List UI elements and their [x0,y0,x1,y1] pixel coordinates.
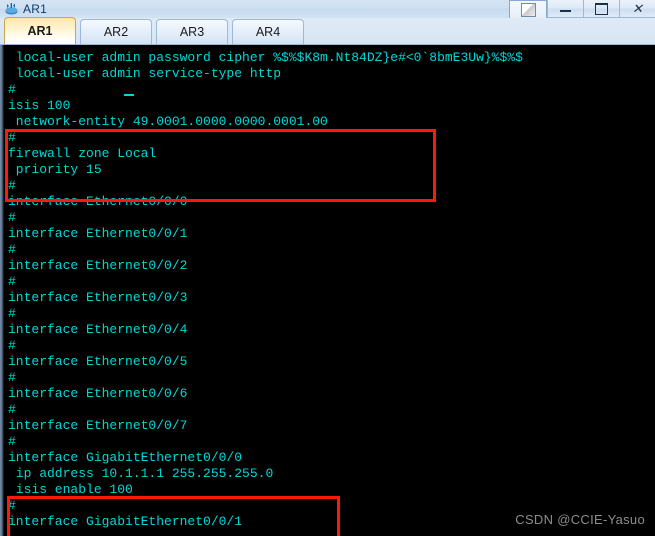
title-bar: AR1 ✕ [0,0,655,19]
terminal-line: interface Ethernet0/0/6 [8,386,188,401]
terminal-line: # [8,178,16,193]
terminal-line: ip address 10.1.1.1 255.255.255.0 [8,466,274,481]
terminal-line: # [8,82,16,97]
window-title: AR1 [23,2,47,16]
router-icon [4,2,19,16]
tab-label: AR2 [103,25,129,39]
router-cli-window: AR1 ✕ AR1 AR2 AR3 AR4 local-user admin p… [0,0,655,536]
tab-ar3[interactable]: AR3 [156,19,228,44]
terminal-line: interface Ethernet0/0/7 [8,418,188,433]
terminal-line: # [8,242,16,257]
cli-output-text: local-user admin password cipher %$%$K8m… [8,50,653,530]
tab-label: AR4 [255,25,281,39]
tab-label: AR1 [27,24,53,38]
tab-ar4[interactable]: AR4 [232,19,304,44]
terminal-line: # [8,210,16,225]
maximize-icon [595,2,608,15]
terminal-line: network-entity 49.0001.0000.0000.0001.00 [8,114,328,129]
minimize-button[interactable] [547,0,583,18]
close-icon: ✕ [632,1,643,16]
tab-ar2[interactable]: AR2 [80,19,152,44]
terminal-line: isis 100 [8,98,71,113]
terminal-line: # [8,274,16,289]
close-button[interactable]: ✕ [619,0,655,18]
terminal-line: interface GigabitEthernet0/0/0 [8,450,243,465]
terminal-line: interface Ethernet0/0/1 [8,226,188,241]
terminal-line: interface Ethernet0/0/4 [8,322,188,337]
terminal-line: # [8,370,16,385]
restore-icon [520,2,536,17]
terminal-left-border [0,45,4,536]
terminal-line: interface Ethernet0/0/0 [8,194,188,209]
window-controls: ✕ [509,0,655,19]
watermark-text: CSDN @CCIE-Yasuo [515,512,645,527]
terminal-line: local-user admin service-type http [8,66,282,81]
terminal-line: priority 15 [8,162,102,177]
minimize-icon [560,10,571,12]
restore-button[interactable] [509,0,547,19]
terminal-line: firewall zone Local [8,146,157,161]
terminal-line: # [8,338,16,353]
tab-label: AR3 [179,25,205,39]
terminal-line: # [8,306,16,321]
terminal-line: interface Ethernet0/0/3 [8,290,188,305]
terminal-line: interface Ethernet0/0/2 [8,258,188,273]
terminal-line: # [8,434,16,449]
terminal-line: # [8,130,16,145]
cli-terminal[interactable]: local-user admin password cipher %$%$K8m… [0,45,655,536]
tab-ar1[interactable]: AR1 [4,17,76,44]
terminal-line: # [8,402,16,417]
terminal-line: interface Ethernet0/0/5 [8,354,188,369]
maximize-button[interactable] [583,0,619,18]
terminal-line: isis enable 100 [8,482,133,497]
terminal-line: local-user admin password cipher %$%$K8m… [8,50,523,65]
device-tab-bar: AR1 AR2 AR3 AR4 [0,17,655,45]
